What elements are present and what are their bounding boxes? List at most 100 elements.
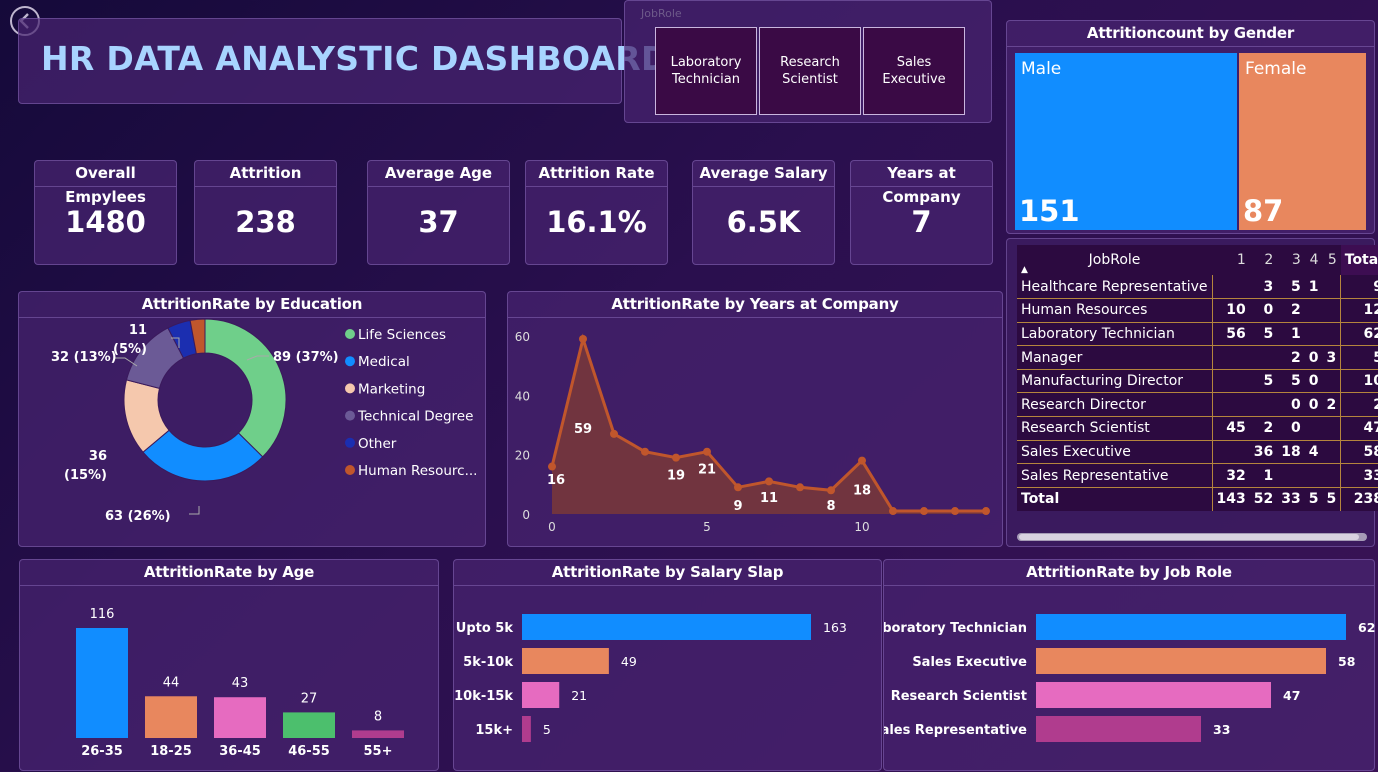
donut-legend: Life Sciences Medical Marketing Technical D… — [345, 327, 477, 479]
age-category-label: 26-35 — [81, 744, 123, 759]
y-tick-label: 40 — [515, 389, 530, 403]
leader-line — [189, 506, 200, 515]
gender-treemap-panel: Attritioncount by Gender Male 151 Female 87 — [1006, 20, 1375, 234]
matrix-cell: 1 — [1249, 463, 1278, 488]
slicer-option-laboratory-technician[interactable]: Laboratory Technician — [655, 27, 757, 115]
matrix-row-label: Research Director — [1017, 392, 1213, 418]
bar-sales-executive[interactable] — [1036, 648, 1326, 674]
slicer-option-research-scientist[interactable]: Research Scientist — [759, 27, 861, 115]
years-data-point[interactable] — [920, 507, 928, 516]
x-tick-label: 0 — [548, 520, 556, 534]
bar-15k[interactable] — [522, 716, 531, 742]
age-bar-36-45[interactable] — [214, 697, 266, 738]
donut-slice-life-sciences[interactable] — [204, 318, 287, 458]
matrix-cell: 5 — [1277, 275, 1305, 300]
kpi-label: Average Age — [368, 161, 509, 187]
years-data-point[interactable] — [548, 462, 556, 471]
bar-sales-representative[interactable] — [1036, 716, 1201, 742]
age-category-label: 36-45 — [219, 744, 261, 759]
matrix-header-col[interactable]: 3 — [1277, 245, 1305, 275]
y-tick-label: 20 — [515, 449, 530, 463]
matrix-header-col[interactable]: 2 — [1249, 245, 1278, 275]
age-bar-26-35[interactable] — [76, 628, 128, 738]
treemap-cell-female[interactable]: Female 87 — [1239, 53, 1366, 230]
age-category-label: 55+ — [364, 744, 393, 759]
matrix-row: Human Resources1002 12 — [1017, 298, 1378, 323]
years-data-point[interactable] — [579, 334, 587, 343]
matrix-cell — [1304, 298, 1323, 323]
age-bar-46-55[interactable] — [283, 712, 335, 738]
matrix-cell: 36 — [1249, 440, 1278, 465]
jobrole-bar-chart: Laboratory Technician 62 Sales Executive 58… — [884, 614, 1375, 742]
donut-label: 36 — [89, 449, 107, 464]
years-data-point[interactable] — [982, 507, 990, 516]
kpi-value: 6.5K — [726, 205, 801, 239]
matrix-cell: 0 — [1249, 298, 1278, 323]
matrix-cell — [1212, 440, 1250, 465]
legend-item-technical-degree[interactable]: Technical Degree — [357, 409, 473, 425]
matrix-cell: 0 — [1304, 345, 1323, 370]
matrix-cell — [1212, 369, 1250, 394]
bar-laboratory-technician[interactable] — [1036, 614, 1346, 640]
legend-item-life-sciences[interactable]: Life Sciences — [358, 327, 446, 343]
bar-5k-10k[interactable] — [522, 648, 609, 674]
age-bar-55[interactable] — [352, 730, 404, 738]
legend-item-human-resourc[interactable]: Human Resourc... — [358, 463, 477, 479]
matrix-cell: 0 — [1304, 392, 1323, 418]
years-data-point[interactable] — [641, 447, 649, 456]
legend-item-other[interactable]: Other — [358, 436, 397, 452]
treemap-cell-label: Female — [1245, 59, 1307, 79]
matrix-cell — [1304, 416, 1323, 441]
matrix-cell: 3 — [1322, 345, 1341, 370]
treemap-cell-male[interactable]: Male 151 — [1015, 53, 1237, 230]
matrix-header-col[interactable]: 5 — [1322, 245, 1341, 275]
donut-label: (5%) — [113, 342, 147, 357]
salary-bar-chart: Upto 5k 163 5k-10k 49 10k-15k 21 15k+ 5 — [454, 614, 847, 742]
age-bar-value: 27 — [301, 691, 318, 706]
legend-item-medical[interactable]: Medical — [358, 354, 410, 370]
years-data-point[interactable] — [889, 507, 897, 516]
bar-research-scientist[interactable] — [1036, 682, 1271, 708]
horizontal-scrollbar[interactable] — [1017, 533, 1367, 541]
matrix-cell: 4 — [1304, 440, 1323, 465]
chart-title: AttritionRate by Job Role — [884, 560, 1374, 586]
matrix-cell — [1322, 322, 1341, 347]
years-data-point[interactable] — [734, 483, 742, 492]
matrix-cell — [1249, 392, 1278, 418]
legend-swatch — [345, 437, 355, 448]
sort-ascending-icon[interactable]: ▲ — [1021, 265, 1028, 275]
matrix-header-jobrole[interactable]: JobRole ▲ — [1017, 245, 1213, 275]
matrix-header-col[interactable]: 1 — [1212, 245, 1250, 275]
bar-value-label: 163 — [823, 620, 847, 635]
years-data-point[interactable] — [765, 477, 773, 486]
matrix-cell — [1322, 440, 1341, 465]
bar-value-label: 21 — [571, 688, 587, 703]
matrix-total-cell: 5 — [1304, 487, 1323, 511]
bar-category-label: 10k-15k — [454, 689, 513, 704]
years-data-point[interactable] — [703, 447, 711, 456]
years-data-point[interactable] — [858, 456, 866, 465]
kpi-years-at-company: Years at Company 7 — [850, 160, 993, 265]
kpi-attrition: Attrition 238 — [194, 160, 337, 265]
years-data-point[interactable] — [672, 453, 680, 462]
matrix-total-label: Total — [1017, 487, 1213, 511]
matrix-header-total[interactable]: Total — [1340, 245, 1378, 275]
matrix-cell — [1249, 345, 1278, 370]
matrix-cell: 5 — [1249, 322, 1278, 347]
bar-10k-15k[interactable] — [522, 682, 560, 708]
age-bar-18-25[interactable] — [145, 696, 197, 738]
matrix-header-col[interactable]: 4 — [1304, 245, 1323, 275]
scrollbar-thumb[interactable] — [1019, 534, 1359, 540]
slicer-option-sales-executive[interactable]: Sales Executive — [863, 27, 965, 115]
donut-label: (15%) — [64, 468, 107, 483]
years-data-point[interactable] — [610, 429, 618, 438]
bar-value-label: 49 — [621, 654, 637, 669]
kpi-label: Average Salary — [693, 161, 834, 187]
education-donut-panel: AttritionRate by Education 89 (37%) 63 (2… — [18, 291, 486, 547]
years-data-point[interactable] — [951, 507, 959, 516]
legend-item-marketing[interactable]: Marketing — [358, 381, 425, 397]
years-data-point[interactable] — [827, 486, 835, 495]
bar-upto-5k[interactable] — [522, 614, 811, 640]
age-bar-chart: 116 26-35 44 18-25 43 36-45 27 46-55 8 55+ — [76, 607, 404, 759]
years-data-point[interactable] — [796, 483, 804, 492]
